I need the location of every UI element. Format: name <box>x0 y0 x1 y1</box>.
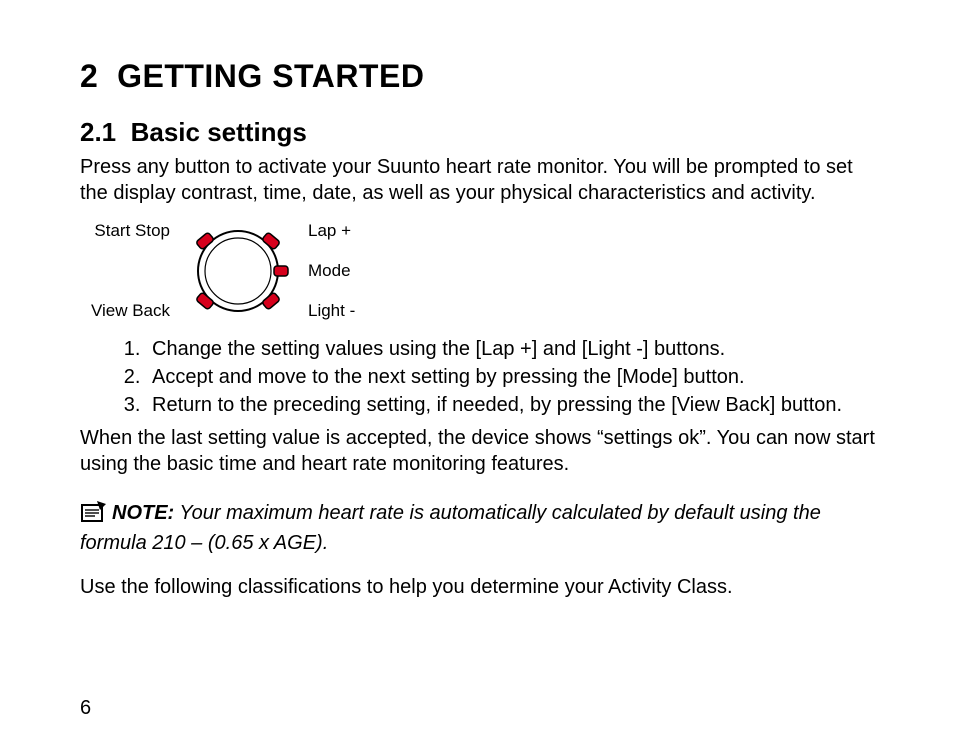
section-heading: 2.1 Basic settings <box>80 117 879 148</box>
note-label: NOTE: <box>112 502 174 524</box>
label-start-stop: Start Stop <box>94 221 170 241</box>
step-item: Accept and move to the next setting by p… <box>146 364 879 391</box>
label-light-minus: Light - <box>308 301 355 321</box>
step-item: Change the setting values using the [Lap… <box>146 336 879 363</box>
diagram-right-labels: Lap + Mode Light - <box>298 221 398 321</box>
label-mode: Mode <box>308 261 351 281</box>
manual-page: 2 GETTING STARTED 2.1 Basic settings Pre… <box>0 0 954 756</box>
intro-paragraph: Press any button to activate your Suunto… <box>80 154 879 206</box>
label-view-back: View Back <box>91 301 170 321</box>
label-lap-plus: Lap + <box>308 221 351 241</box>
steps-list: Change the setting values using the [Lap… <box>80 336 879 419</box>
step-item: Return to the preceding setting, if need… <box>146 392 879 419</box>
diagram-left-labels: Start Stop View Back <box>80 221 178 321</box>
section-number: 2.1 <box>80 117 116 147</box>
watch-diagram: Start Stop View Back <box>80 216 879 326</box>
note-text: Your maximum heart rate is automatically… <box>80 502 821 554</box>
watch-icon <box>178 216 298 326</box>
chapter-number: 2 <box>80 58 98 94</box>
note-block: NOTE: Your maximum heart rate is automat… <box>80 499 879 556</box>
after-steps-paragraph: When the last setting value is accepted,… <box>80 425 879 477</box>
closing-paragraph: Use the following classifications to hel… <box>80 574 879 600</box>
chapter-title: GETTING STARTED <box>117 58 424 94</box>
chapter-heading: 2 GETTING STARTED <box>80 58 879 95</box>
page-number: 6 <box>80 697 91 720</box>
section-title: Basic settings <box>131 117 307 147</box>
note-icon <box>80 499 108 530</box>
